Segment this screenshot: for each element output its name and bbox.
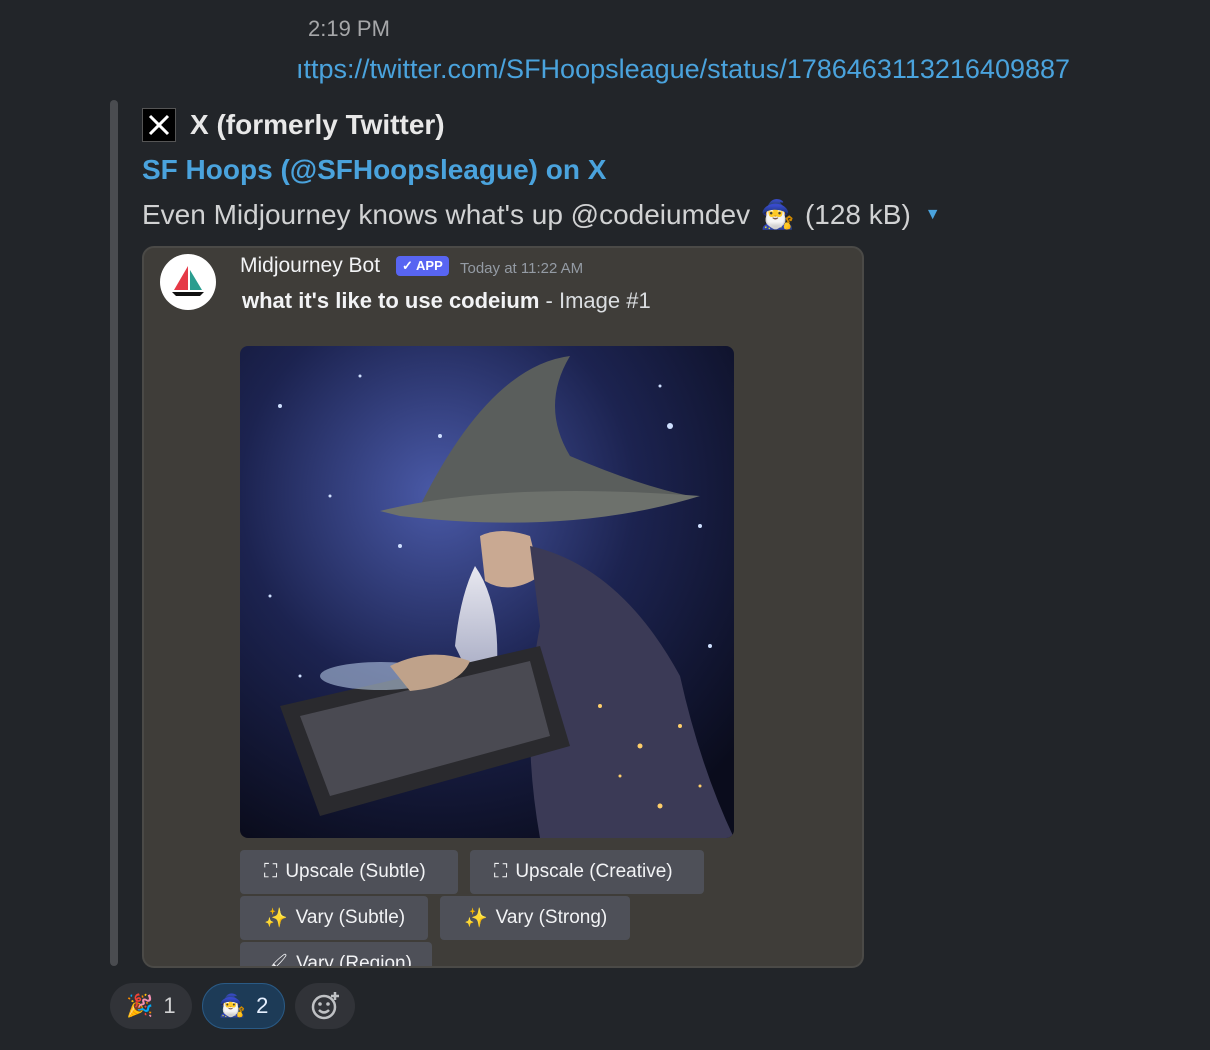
vary-subtle-button[interactable]: ✨ Vary (Subtle) [240, 896, 428, 940]
vary-region-button[interactable]: 🖌 Vary (Region) [240, 942, 432, 968]
attachment-size: (128 kB) [804, 198, 911, 230]
upscale-subtle-label: Upscale (Subtle) [285, 861, 426, 882]
generated-wizard-image [240, 346, 734, 838]
bot-message-time: Today at 11:22 AM [460, 260, 584, 277]
tweet-link[interactable]: ıttps://twitter.com/SFHoopsleague/status… [296, 54, 1196, 85]
magic-wand-icon: ✨ [464, 908, 488, 929]
x-logo-icon [142, 108, 176, 142]
upscale-subtle-button[interactable]: ⛶ Upscale (Subtle) [240, 850, 458, 894]
unfurl-provider: X (formerly Twitter) [142, 108, 445, 142]
vary-strong-button[interactable]: ✨ Vary (Strong) [440, 896, 630, 940]
reaction-wizard[interactable]: 🧙‍♂️ 2 [201, 983, 286, 1029]
vary-strong-label: Vary (Strong) [495, 907, 608, 928]
upscale-creative-button[interactable]: ⛶ Upscale (Creative) [470, 850, 704, 894]
unfurl-title-link[interactable]: SF Hoops (@SFHoopsleague) on X [142, 154, 606, 186]
reactions-bar: 🎉 1 🧙‍♂️ 2 [110, 983, 356, 1029]
expand-icon: ⛶ [264, 861, 278, 882]
prompt-line: what it's like to use codeium - Image #1 [242, 288, 651, 314]
brush-icon: 🖌 [264, 954, 289, 968]
upscale-creative-label: Upscale (Creative) [515, 861, 673, 882]
bot-avatar [160, 254, 216, 310]
reaction-count: 1 [163, 993, 176, 1018]
party-popper-icon: 🎉 [126, 993, 154, 1018]
sailboat-logo-icon [172, 266, 204, 296]
wizard-icon: 🧙‍♂️ [218, 993, 247, 1018]
provider-name: X (formerly Twitter) [190, 109, 445, 140]
expand-icon: ⛶ [494, 861, 508, 882]
collapse-caret-icon[interactable]: ▼ [925, 206, 941, 224]
unfurl-description: Even Midjourney knows what's up @codeium… [142, 198, 941, 231]
unfurl-accent-bar [110, 100, 118, 966]
reaction-party[interactable]: 🎉 1 [110, 983, 192, 1029]
magic-wand-icon: ✨ [264, 908, 288, 929]
add-emoji-icon [312, 992, 340, 1020]
app-badge: ✓ APP [396, 256, 449, 276]
reaction-count: 2 [256, 993, 269, 1018]
vary-subtle-label: Vary (Subtle) [295, 907, 406, 928]
message-timestamp: 2:19 PM [308, 16, 390, 41]
description-text: Even Midjourney knows what's up @codeium… [142, 198, 751, 230]
image-label: - Image #1 [545, 288, 651, 313]
bot-name: Midjourney Bot [240, 254, 381, 277]
add-reaction-button[interactable] [295, 983, 356, 1029]
prompt-text: what it's like to use codeium [242, 288, 540, 313]
vary-region-label: Vary (Region) [296, 953, 412, 968]
wizard-emoji-icon: 🧙‍♂️ [760, 199, 795, 230]
embedded-screenshot[interactable]: Midjourney Bot ✓ APP Today at 11:22 AM w… [142, 246, 864, 968]
